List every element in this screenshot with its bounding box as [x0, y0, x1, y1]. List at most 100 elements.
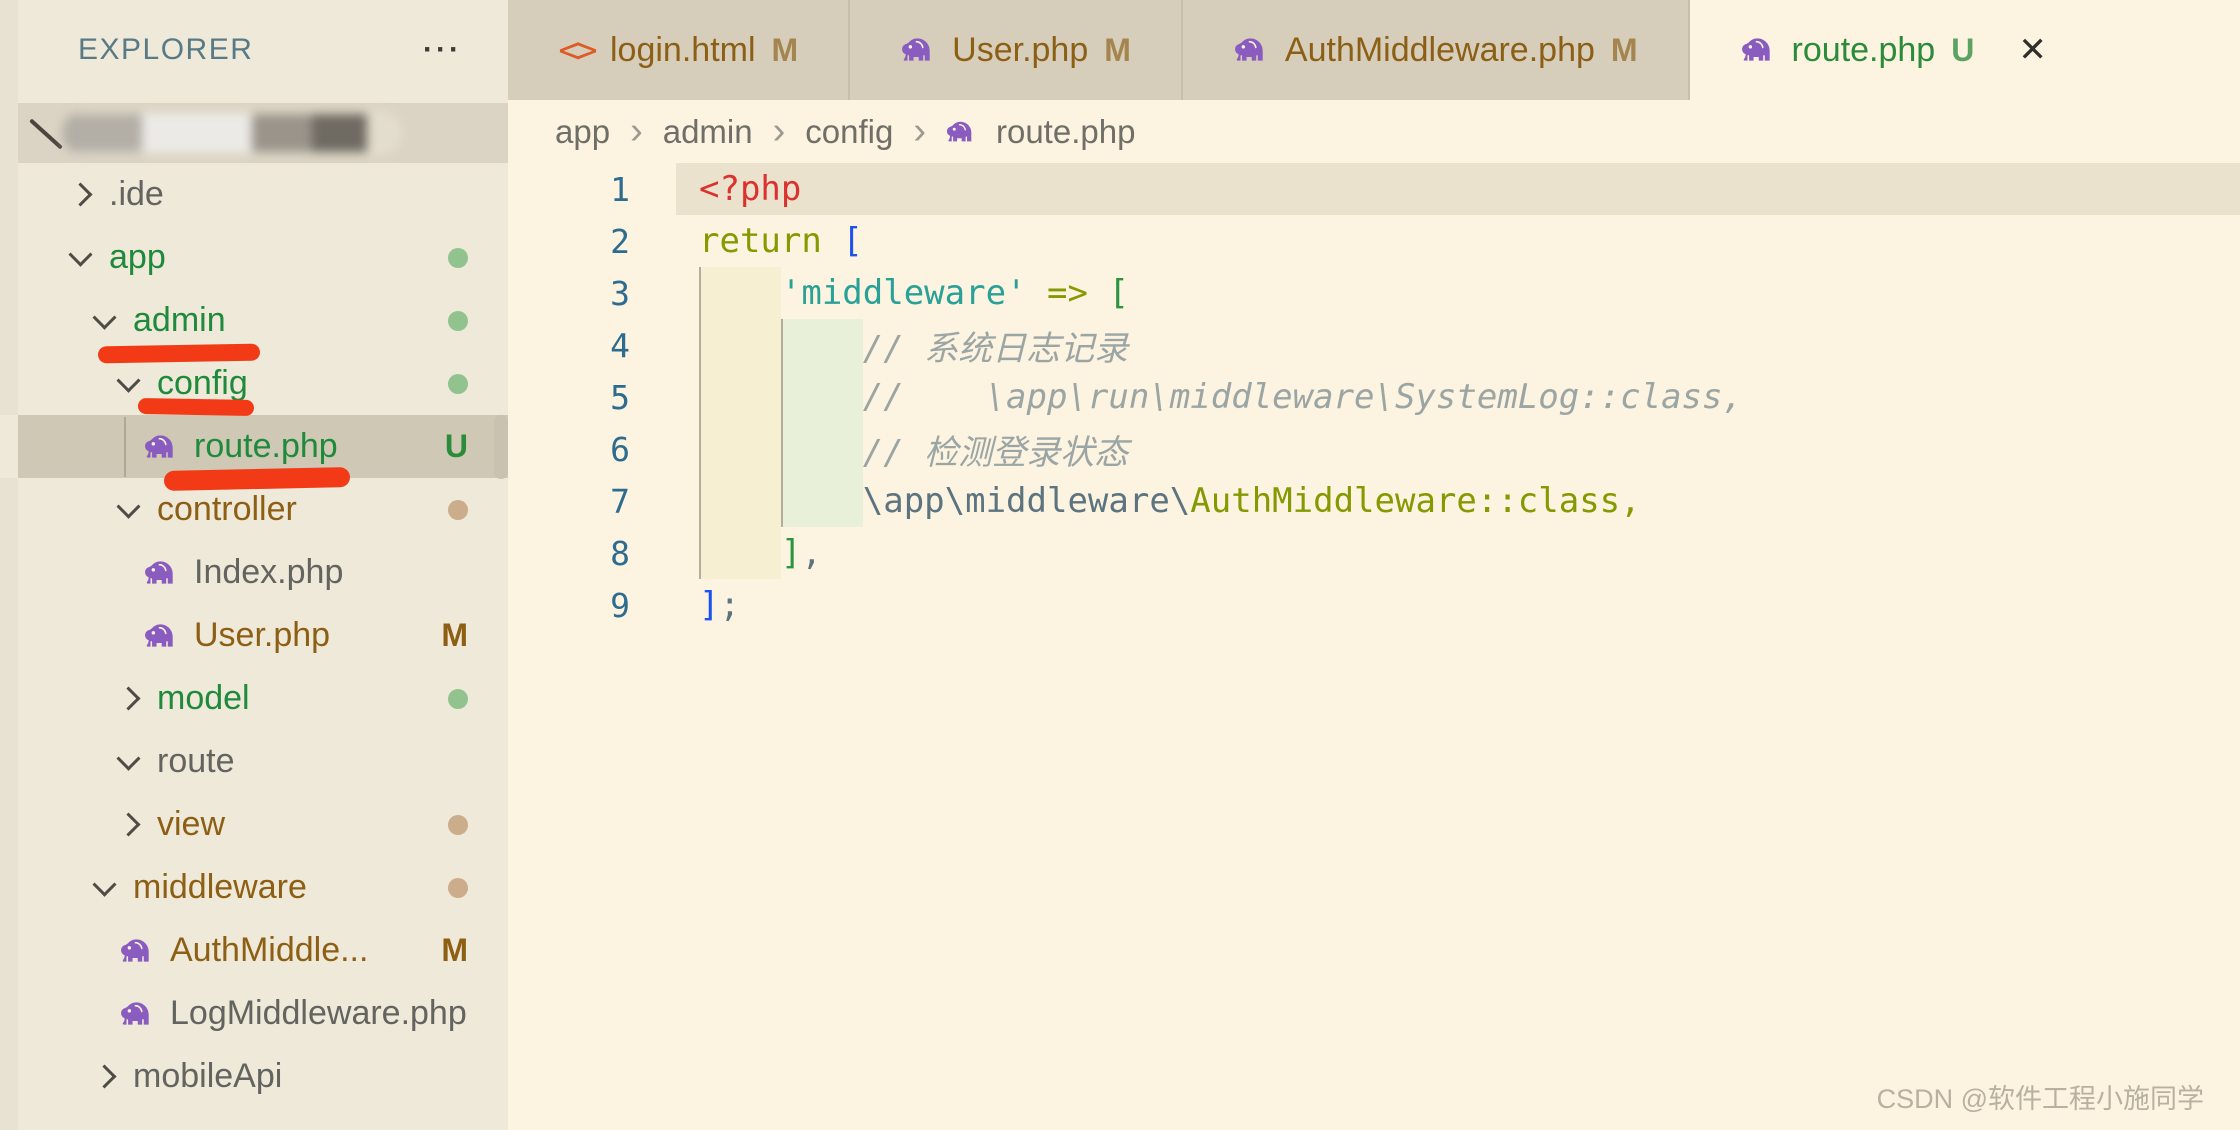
line-number: 5	[508, 378, 658, 417]
tab-login-html[interactable]: <> login.html M	[508, 0, 850, 100]
html-code-icon: <>	[558, 32, 594, 68]
line-number: 2	[508, 222, 658, 261]
php-elephant-icon	[120, 934, 154, 968]
tab-git-badge: M	[1611, 32, 1638, 69]
tree-item-label: LogMiddleware.php	[170, 994, 467, 1033]
line-content: ];	[699, 585, 740, 625]
tree-item-badge: M	[441, 932, 468, 969]
line-content: // 系统日志记录	[699, 321, 1128, 370]
tree-item-badge	[448, 878, 468, 898]
code-line: 9 ];	[508, 579, 2240, 631]
php-elephant-icon	[1233, 32, 1269, 68]
chevron-icon[interactable]	[116, 369, 140, 393]
code-editor[interactable]: 1 <?php 2 return [ 3 'middleware' => [ 4…	[508, 163, 2240, 1130]
tree-item-badge	[448, 248, 468, 268]
tab-git-badge: M	[772, 32, 799, 69]
line-content: // 检测登录状态	[699, 425, 1128, 474]
git-status-dot	[448, 689, 468, 709]
tree-item-label: route	[157, 742, 235, 781]
tree-item-label: view	[157, 805, 225, 844]
line-number: 3	[508, 274, 658, 313]
code-line: 6 // 检测登录状态	[508, 423, 2240, 475]
git-status-dot	[448, 815, 468, 835]
tree-item-label: mobileApi	[133, 1057, 282, 1096]
chevron-icon[interactable]	[92, 1064, 116, 1088]
code-line: 4 // 系统日志记录	[508, 319, 2240, 371]
tree-item-user-php[interactable]: User.php M	[0, 604, 508, 667]
tab-route-php[interactable]: route.php U ✕	[1690, 0, 2240, 100]
code-line: 7 \app\middleware\AuthMiddleware::class,	[508, 475, 2240, 527]
breadcrumb: app›admin›config›route.php	[555, 100, 1135, 163]
breadcrumb-item-config[interactable]: config	[805, 113, 893, 151]
tab-authmiddleware-php[interactable]: AuthMiddleware.php M	[1183, 0, 1690, 100]
tree-item-badge	[448, 689, 468, 709]
php-elephant-icon	[144, 556, 178, 590]
tree-item-admin[interactable]: admin	[0, 289, 508, 352]
line-content: ],	[699, 533, 822, 573]
line-number: 8	[508, 534, 658, 573]
explorer-sidebar: EXPLORER ··· .ide app admin config rout	[0, 0, 508, 1130]
code-line: 1 <?php	[508, 163, 2240, 215]
tree-item-route[interactable]: route	[0, 730, 508, 793]
line-content: \app\middleware\AuthMiddleware::class,	[699, 481, 1641, 521]
breadcrumb-item-route-php[interactable]: route.php	[996, 113, 1135, 151]
tree-indent-guide	[124, 417, 126, 477]
chevron-icon[interactable]	[68, 243, 92, 267]
tree-item-label: route.php	[194, 427, 338, 466]
tree-item-badge	[448, 500, 468, 520]
explorer-header: EXPLORER ···	[0, 0, 508, 100]
tree-item--ide[interactable]: .ide	[0, 163, 508, 226]
tree-item-model[interactable]: model	[0, 667, 508, 730]
chevron-icon[interactable]	[68, 182, 92, 206]
tree-item-label: config	[157, 364, 248, 403]
tree-item-badge	[448, 374, 468, 394]
breadcrumb-item-admin[interactable]: admin	[663, 113, 753, 151]
tree-item-mobileapi[interactable]: mobileApi	[0, 1045, 508, 1108]
git-status-dot	[448, 374, 468, 394]
red-marker-underline-admin	[98, 344, 260, 364]
collapse-arrow-icon	[29, 118, 63, 149]
php-elephant-icon	[120, 997, 154, 1031]
php-elephant-icon	[946, 117, 976, 147]
workspace-name-redacted	[62, 111, 402, 155]
chevron-icon[interactable]	[92, 306, 116, 330]
tab-label: User.php	[952, 31, 1088, 70]
tree-item-authmiddle-[interactable]: AuthMiddle... M	[0, 919, 508, 982]
chevron-icon[interactable]	[116, 812, 140, 836]
chevron-icon[interactable]	[116, 495, 140, 519]
php-elephant-icon	[1740, 32, 1776, 68]
code-lines: 1 <?php 2 return [ 3 'middleware' => [ 4…	[508, 163, 2240, 631]
code-line: 3 'middleware' => [	[508, 267, 2240, 319]
tree-item-index-php[interactable]: Index.php	[0, 541, 508, 604]
php-elephant-icon	[144, 619, 178, 653]
more-actions-icon[interactable]: ···	[423, 33, 462, 67]
line-number: 1	[508, 170, 658, 209]
close-tab-icon[interactable]: ✕	[2018, 30, 2047, 70]
tab-git-badge: M	[1104, 32, 1131, 69]
code-line: 5 // \app\run\middleware\SystemLog::clas…	[508, 371, 2240, 423]
chevron-icon[interactable]	[116, 747, 140, 771]
line-number: 9	[508, 586, 658, 625]
tree-item-view[interactable]: view	[0, 793, 508, 856]
tree-item-logmiddleware-php[interactable]: LogMiddleware.php	[0, 982, 508, 1045]
chevron-icon[interactable]	[92, 873, 116, 897]
code-line: 8 ],	[508, 527, 2240, 579]
explorer-title: EXPLORER	[78, 33, 253, 67]
code-line: 2 return [	[508, 215, 2240, 267]
breadcrumb-item-app[interactable]: app	[555, 113, 610, 151]
git-status-dot	[448, 500, 468, 520]
sidebar-scrollbar[interactable]	[494, 415, 508, 479]
line-number: 4	[508, 326, 658, 365]
tree-item-middleware[interactable]: middleware	[0, 856, 508, 919]
line-content: <?php	[699, 169, 801, 209]
workspace-header[interactable]	[18, 103, 508, 163]
chevron-icon[interactable]	[116, 686, 140, 710]
breadcrumb-separator-icon: ›	[913, 110, 926, 153]
tree-item-badge: M	[441, 617, 468, 654]
line-content: // \app\run\middleware\SystemLog::class,	[699, 377, 1743, 417]
tree-item-label: admin	[133, 301, 226, 340]
tree-item-config[interactable]: config	[0, 352, 508, 415]
line-content: 'middleware' => [	[699, 273, 1129, 313]
tab-user-php[interactable]: User.php M	[850, 0, 1183, 100]
tree-item-app[interactable]: app	[0, 226, 508, 289]
